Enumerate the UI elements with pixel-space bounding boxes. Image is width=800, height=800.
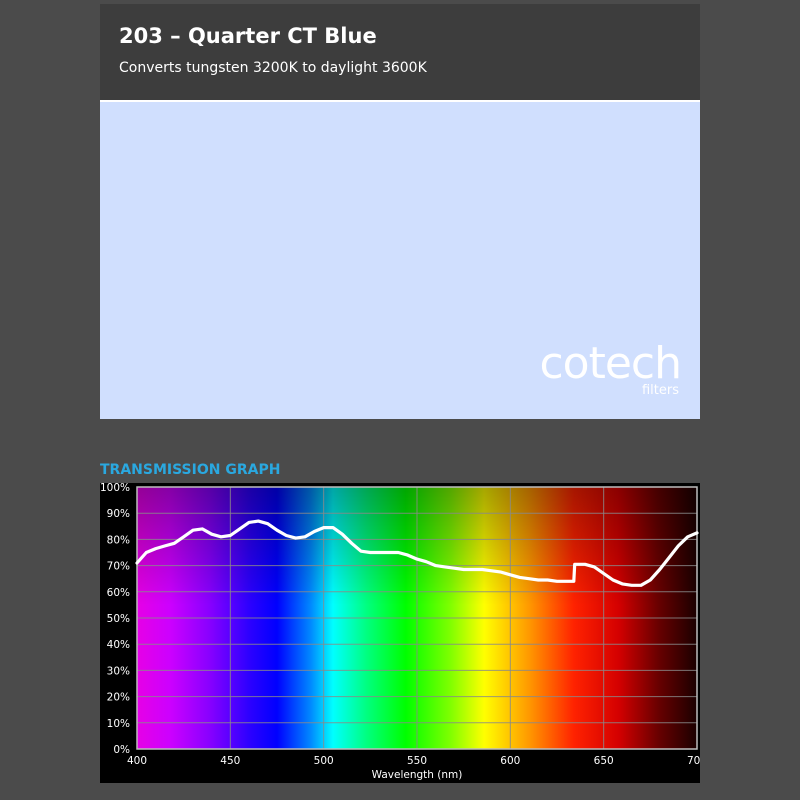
y-tick-label: 90% [107, 508, 130, 520]
x-tick-label: 500 [314, 755, 334, 767]
x-tick-label: 400 [127, 755, 147, 767]
x-tick-label: 450 [220, 755, 240, 767]
x-axis-label: Wavelength (nm) [372, 769, 463, 781]
y-tick-label: 20% [107, 692, 130, 704]
page-subtitle: Converts tungsten 3200K to daylight 3600… [119, 60, 427, 76]
chart-svg: 0%10%20%30%40%50%60%70%80%90%100%400 450 5… [100, 483, 700, 781]
transmission-chart: 0% 10% 20% 30% 40% 50% 60% 70% 80% 90% 100% 400 450 5… [100, 483, 700, 783]
y-tick-label: 30% [107, 665, 130, 677]
x-tick-label: 600 [500, 755, 520, 767]
y-tick-label: 70% [107, 561, 130, 573]
y-tick-label: 10% [107, 718, 130, 730]
header-bar: 203 – Quarter CT Blue Converts tungsten … [100, 4, 700, 100]
logo-wordmark: cotech [539, 338, 682, 389]
y-tick-label: 40% [107, 639, 130, 651]
x-tick-label: 700 [687, 755, 700, 767]
y-tick-label: 100% [100, 483, 130, 494]
brand-logo: cotech filters [539, 338, 682, 398]
y-tick-label: 80% [107, 534, 130, 546]
x-tick-label: 550 [407, 755, 427, 767]
graph-heading: TRANSMISSION GRAPH [100, 462, 281, 478]
x-tick-label: 650 [594, 755, 614, 767]
color-swatch: cotech filters [100, 100, 700, 419]
y-tick-label: 60% [107, 587, 130, 599]
page-title: 203 – Quarter CT Blue [119, 24, 377, 48]
y-tick-label: 50% [107, 613, 130, 625]
